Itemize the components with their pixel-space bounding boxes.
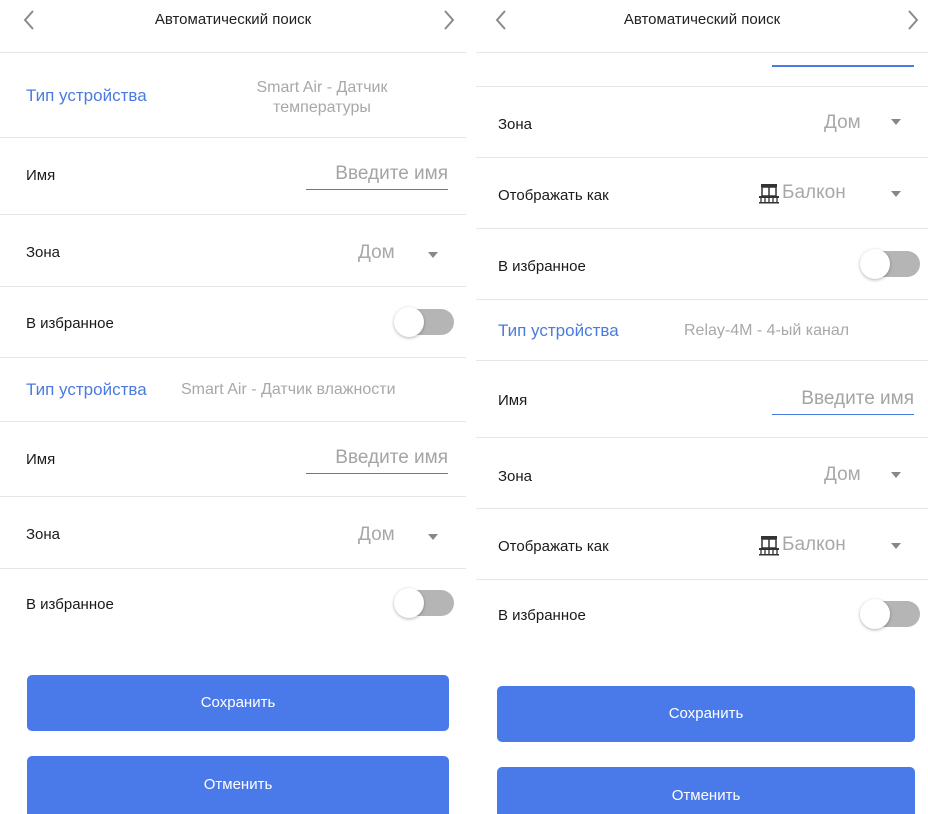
display-as-row[interactable]: Отображать как Балкон [476,508,928,580]
name-row: Имя Введите имя [0,137,466,215]
zone-label: Зона [498,468,533,485]
favorite-row: В избранное [0,568,466,644]
toggle-knob [860,599,890,629]
name-input[interactable]: Введите имя [306,163,448,190]
device-type-value-line2: температуры [273,99,371,116]
chevron-down-icon[interactable] [891,119,901,125]
device-type-row: Тип устройства Smart Air - Датчик влажно… [0,357,466,422]
chevron-down-icon[interactable] [891,472,901,478]
chevron-down-icon[interactable] [891,191,901,197]
chevron-down-icon[interactable] [428,252,438,258]
favorite-toggle[interactable] [860,249,920,279]
name-input-underline [772,65,914,67]
device-type-value: Smart Air - Датчик влажности [181,381,396,398]
device-type-row: Тип устройства Relay-4M - 4-ый канал [476,299,928,361]
save-button[interactable]: Сохранить [27,675,449,731]
toggle-knob [394,307,424,337]
device-type-label: Тип устройства [498,321,619,340]
favorite-row: В избранное [0,286,466,358]
zone-value[interactable]: Дом [358,524,395,546]
zone-row[interactable]: Зона Дом [0,214,466,287]
device-type-value: Relay-4M - 4-ый канал [684,322,850,339]
favorite-toggle[interactable] [394,307,454,337]
cancel-button[interactable]: Отменить [497,767,915,814]
display-as-label: Отображать как [498,538,609,555]
device-type-value-line1: Smart Air - Датчик [256,79,388,96]
display-as-row[interactable]: Отображать как Балкон [476,157,928,229]
right-screen: Автоматический поиск Зона Дом Отображать… [476,0,928,814]
chevron-down-icon[interactable] [428,534,438,540]
zone-row[interactable]: Зона Дом [0,496,466,569]
device-type-value: Smart Air - Датчик температуры [222,78,422,118]
chevron-down-icon[interactable] [891,543,901,549]
toggle-knob [860,249,890,279]
name-input[interactable]: Введите имя [306,447,448,474]
favorite-toggle[interactable] [860,599,920,629]
zone-value[interactable]: Дом [358,242,395,264]
header: Автоматический поиск [476,0,928,53]
display-as-value[interactable]: Балкон [782,182,846,204]
name-input[interactable]: Введите имя [772,388,914,415]
zone-value[interactable]: Дом [824,464,861,486]
favorite-label: В избранное [26,596,114,613]
screens: Автоматический поиск Тип устройства Smar… [0,0,928,814]
device-type-label: Тип устройства [26,380,147,399]
favorite-row: В избранное [476,579,928,655]
favorite-label: В избранное [498,607,586,624]
left-screen: Автоматический поиск Тип устройства Smar… [0,0,466,814]
zone-row[interactable]: Зона Дом [476,437,928,509]
save-button[interactable]: Сохранить [497,686,915,742]
header: Автоматический поиск [0,0,466,53]
zone-label: Зона [26,526,61,543]
favorite-label: В избранное [26,315,114,332]
device-type-label: Тип устройства [26,86,147,105]
device-type-row: Тип устройства Smart Air - Датчик темпер… [0,52,466,138]
balcony-icon [758,182,780,204]
name-row: Имя Введите имя [476,360,928,438]
display-as-value[interactable]: Балкон [782,534,846,556]
zone-label: Зона [498,116,533,133]
name-label: Имя [498,392,528,409]
page-title: Автоматический поиск [623,11,781,28]
chevron-right-icon[interactable] [900,7,924,33]
zone-value[interactable]: Дом [824,112,861,134]
name-label: Имя [26,451,56,468]
cancel-button[interactable]: Отменить [27,756,449,814]
favorite-toggle[interactable] [394,588,454,618]
zone-label: Зона [26,244,61,261]
name-row: Имя Введите имя [0,421,466,497]
zone-row[interactable]: Зона Дом [476,86,928,158]
toggle-knob [394,588,424,618]
favorite-row: В избранное [476,228,928,300]
chevron-right-icon[interactable] [436,7,460,33]
display-as-label: Отображать как [498,187,609,204]
favorite-label: В избранное [498,258,586,275]
balcony-icon [758,534,780,556]
name-label: Имя [26,167,56,184]
page-title: Автоматический поиск [154,11,312,28]
